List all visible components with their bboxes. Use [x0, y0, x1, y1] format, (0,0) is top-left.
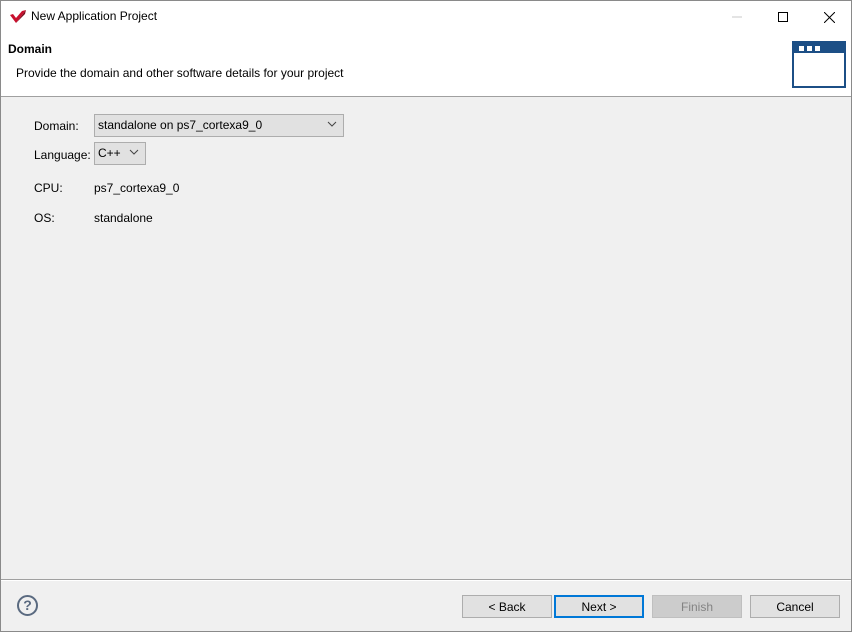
close-icon [823, 11, 835, 23]
close-button[interactable] [806, 1, 852, 33]
app-logo-icon [10, 10, 26, 23]
chevron-down-icon [129, 149, 139, 155]
language-label: Language: [34, 148, 91, 162]
domain-select-value: standalone on ps7_cortexa9_0 [98, 118, 263, 132]
next-button[interactable]: Next > [554, 595, 644, 618]
window-title: New Application Project [31, 9, 158, 23]
title-bar: New Application Project [1, 1, 851, 33]
language-select[interactable]: C++ [94, 142, 146, 165]
finish-button[interactable]: Finish [652, 595, 742, 618]
language-select-value: C++ [98, 146, 121, 160]
chevron-down-icon [327, 121, 337, 127]
domain-select[interactable]: standalone on ps7_cortexa9_0 [94, 114, 344, 137]
domain-label: Domain: [34, 119, 79, 133]
page-description: Provide the domain and other software de… [16, 66, 344, 80]
maximize-button[interactable] [760, 1, 806, 33]
back-button[interactable]: < Back [462, 595, 552, 618]
wizard-header: Domain Provide the domain and other soft… [1, 33, 851, 97]
cancel-button[interactable]: Cancel [750, 595, 840, 618]
dialog-window: New Application Project Domain Provide t… [0, 0, 852, 632]
maximize-icon [778, 12, 788, 22]
minimize-button[interactable] [714, 1, 760, 33]
os-value: standalone [94, 211, 153, 225]
cpu-value: ps7_cortexa9_0 [94, 181, 180, 195]
page-title: Domain [8, 42, 53, 56]
os-label: OS: [34, 211, 55, 225]
help-icon[interactable]: ? [17, 595, 38, 616]
footer-divider [1, 579, 851, 581]
cpu-label: CPU: [34, 181, 63, 195]
window-banner-icon [792, 41, 846, 88]
minimize-icon [732, 16, 742, 18]
